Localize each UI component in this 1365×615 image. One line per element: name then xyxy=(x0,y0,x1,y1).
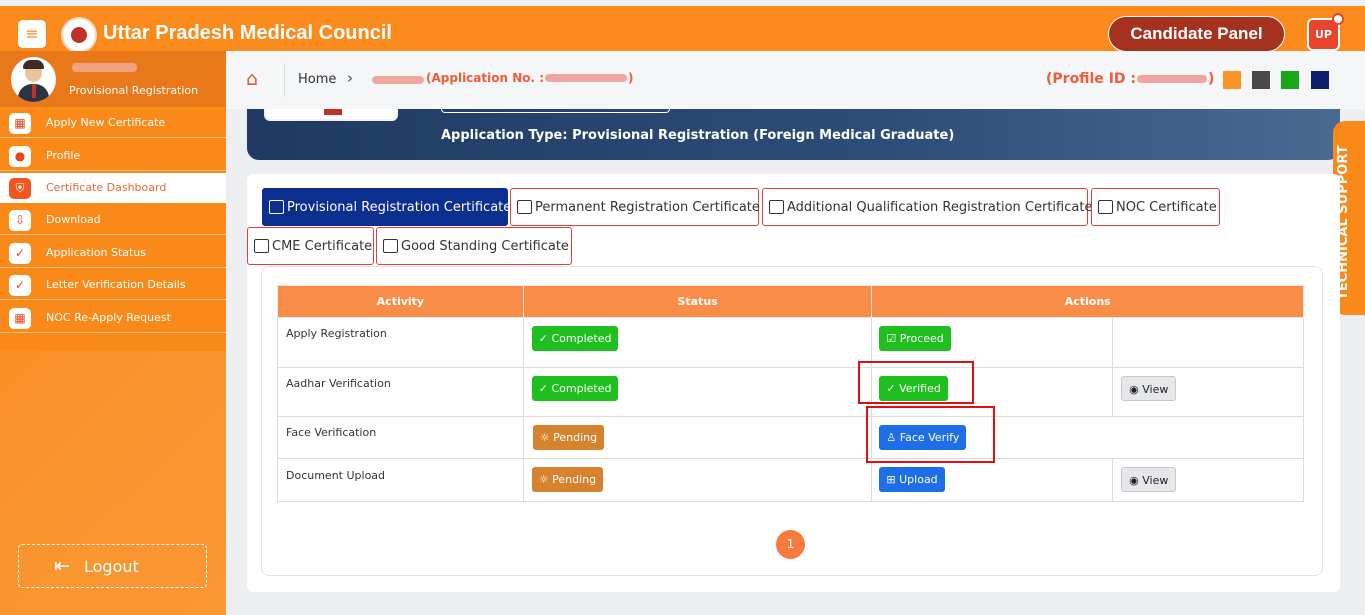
user-icon: ● xyxy=(9,146,31,167)
application-banner: Application Type: Provisional Registrati… xyxy=(247,109,1340,160)
proceed-button[interactable]: ☑ Proceed xyxy=(879,326,951,351)
theme-swatch-orange[interactable] xyxy=(1223,71,1241,89)
status-badge-completed: ✓ Completed xyxy=(531,376,619,401)
status-badge-pending: ☼ Pending xyxy=(532,425,605,450)
top-bar: ≡ Uttar Pradesh Medical Council Candidat… xyxy=(0,6,1365,53)
certificate-icon xyxy=(254,239,269,253)
sidebar: Provisional Registration ▦ Apply New Cer… xyxy=(0,51,226,615)
view-button[interactable]: ◉ View xyxy=(1121,467,1177,492)
home-icon[interactable]: ⌂ xyxy=(246,68,258,90)
table-row: Document Upload ☼ Pending ⊞ Upload ◉ Vie… xyxy=(277,458,1304,502)
check-circle-icon: ✓ xyxy=(9,275,31,296)
app-title: Uttar Pradesh Medical Council xyxy=(103,22,392,44)
table-row: Aadhar Verification ✓ Completed ✓ Verifi… xyxy=(277,367,1304,417)
chevron-right-icon: › xyxy=(347,69,353,87)
sidebar-item-apply-new-certificate[interactable]: ▦ Apply New Certificate xyxy=(0,108,226,138)
tab-additional-qualification-registration-certificate[interactable]: Additional Qualification Registration Ce… xyxy=(762,188,1092,226)
certificate-icon xyxy=(769,200,784,214)
status-badge-pending: ☼ Pending xyxy=(531,467,604,492)
user-name-redacted xyxy=(72,63,137,72)
user-box: Provisional Registration xyxy=(0,51,226,107)
tab-provisional-registration-certificate[interactable]: Provisional Registration Certificate xyxy=(262,188,511,226)
application-number-label: (Application No. :) xyxy=(426,71,634,85)
table-row: Apply Registration ✓ Completed ☑ Proceed xyxy=(277,317,1304,368)
tab-permanent-registration-certificate[interactable]: Permanent Registration Certificate xyxy=(510,188,760,226)
tab-cme-certificate[interactable]: CME Certificate xyxy=(247,227,374,265)
application-type: Application Type: Provisional Registrati… xyxy=(441,128,955,143)
profile-id-label: (Profile ID :) xyxy=(1046,71,1215,87)
sidebar-item-letter-verification-details[interactable]: ✓ Letter Verification Details xyxy=(0,270,226,300)
redacted-text xyxy=(372,76,424,84)
grid-icon: ▦ xyxy=(9,113,31,134)
candidate-panel-button[interactable]: Candidate Panel xyxy=(1108,16,1285,52)
logout-button[interactable]: ⇤ Logout xyxy=(18,544,207,588)
breadcrumb-home-link[interactable]: Home xyxy=(298,72,336,87)
download-icon: ⇩ xyxy=(9,210,31,231)
sidebar-item-profile[interactable]: ● Profile xyxy=(0,141,226,171)
sidebar-item-application-status[interactable]: ✓ Application Status xyxy=(0,238,226,268)
applicant-photo xyxy=(264,109,398,121)
pagination-page-1[interactable]: 1 xyxy=(776,530,805,559)
check-circle-icon: ✓ xyxy=(9,243,31,264)
theme-swatch-green[interactable] xyxy=(1281,71,1299,89)
user-role: Provisional Registration xyxy=(69,84,199,97)
theme-swatch-dark[interactable] xyxy=(1252,71,1270,89)
council-logo xyxy=(61,17,97,53)
certificate-icon xyxy=(1098,200,1113,214)
tab-noc-certificate[interactable]: NOC Certificate xyxy=(1091,188,1220,226)
upload-button[interactable]: ⊞ Upload xyxy=(879,467,945,492)
status-badge-completed: ✓ Completed xyxy=(531,326,619,351)
highlight-box-face-verify xyxy=(866,406,995,463)
sidebar-item-download[interactable]: ⇩ Download xyxy=(0,205,226,235)
avatar xyxy=(11,57,56,102)
logout-icon: ⇤ xyxy=(54,555,70,577)
certificate-icon xyxy=(517,200,532,214)
notification-dot-icon xyxy=(1332,13,1344,25)
highlight-box-verified xyxy=(858,361,974,404)
activity-table: Activity Status Actions Apply Registrati… xyxy=(277,285,1304,502)
hamburger-menu-icon[interactable]: ≡ xyxy=(18,20,46,48)
shield-icon: ⛨ xyxy=(9,178,31,199)
theme-swatch-navy[interactable] xyxy=(1311,71,1329,89)
column-header-activity: Activity xyxy=(277,285,524,318)
breadcrumb: ⌂ Home › (Application No. :) (Profile ID… xyxy=(226,51,1365,109)
tab-good-standing-certificate[interactable]: Good Standing Certificate xyxy=(376,227,572,265)
certificate-icon xyxy=(383,239,398,253)
sidebar-item-noc-reapply-request[interactable]: ▦ NOC Re-Apply Request xyxy=(0,303,226,333)
grid-icon: ▦ xyxy=(9,308,31,329)
certificate-icon xyxy=(269,200,284,214)
column-header-actions: Actions xyxy=(871,285,1304,318)
table-header-row: Activity Status Actions xyxy=(277,285,1304,318)
sidebar-item-certificate-dashboard[interactable]: ⛨ Certificate Dashboard xyxy=(0,173,226,203)
table-row: Face Verification ☼ Pending ♙ Face Verif… xyxy=(277,416,1304,459)
view-button[interactable]: ◉ View xyxy=(1121,376,1177,401)
column-header-status: Status xyxy=(522,285,873,318)
